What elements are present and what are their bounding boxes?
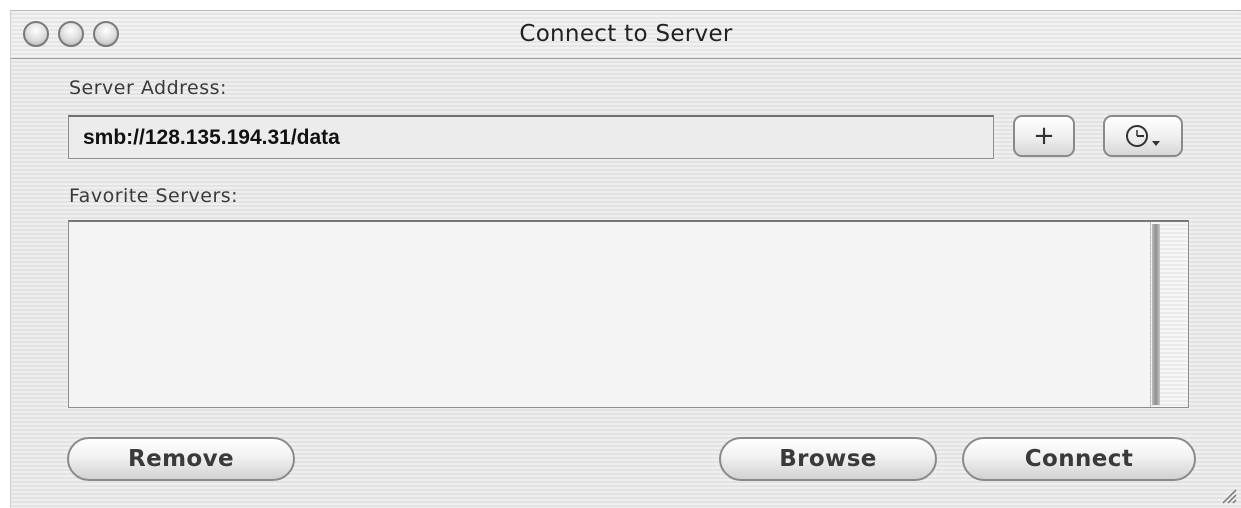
recent-servers-button[interactable] [1103, 115, 1183, 157]
server-address-label: Server Address: [69, 77, 227, 99]
favorite-servers-list[interactable] [68, 220, 1189, 408]
dropdown-arrow-icon [1152, 141, 1160, 146]
clock-icon [1126, 125, 1160, 147]
window-title: Connect to Server [519, 21, 733, 47]
plus-icon: + [1033, 121, 1055, 151]
add-favorite-button[interactable]: + [1013, 115, 1075, 157]
connect-button[interactable]: Connect [962, 437, 1196, 481]
remove-button[interactable]: Remove [67, 437, 295, 481]
server-address-field[interactable] [68, 115, 994, 159]
favorite-servers-label: Favorite Servers: [69, 185, 239, 207]
favorites-scrollbar[interactable] [1150, 222, 1188, 407]
title-bar[interactable]: Connect to Server [11, 11, 1241, 59]
scrollbar-track[interactable] [1152, 224, 1160, 405]
browse-button[interactable]: Browse [719, 437, 937, 481]
resize-grip-icon[interactable] [1217, 484, 1237, 504]
connect-to-server-window: Connect to Server Server Address: + Favo… [10, 10, 1241, 508]
server-address-input[interactable] [69, 117, 993, 158]
